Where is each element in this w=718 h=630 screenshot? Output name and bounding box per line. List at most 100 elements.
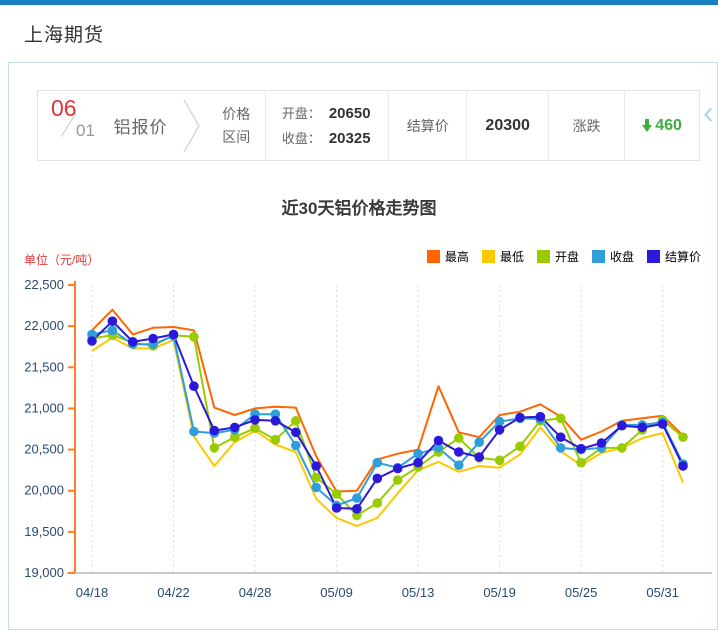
chart-title: 近30天铝价格走势图 [0,194,718,219]
change-label: 涨跌 [548,91,624,160]
legend-label: 最低 [500,248,524,265]
range-label-line1: 价格 [222,103,250,126]
x-tick-label: 05/25 [565,585,598,600]
series-point-开盘 [678,432,688,442]
x-tick-label: 05/09 [320,585,353,600]
change-value-block: 460 [624,91,699,160]
open-close-block: 开盘： 20650 收盘： 20325 [265,91,389,160]
series-point-收盘 [454,460,464,470]
legend-label: 收盘 [610,248,634,265]
series-line-收盘 [92,330,683,505]
series-line-开盘 [92,335,683,515]
series-point-结算价 [597,438,607,448]
quote-date: 06 01 [38,91,105,160]
legend-swatch [427,250,440,263]
price-range-label: 价格 区间 [208,91,265,160]
page: { "header": { "title": "上海期货" }, "colors… [0,0,718,630]
y-tick-label: 22,000 [24,318,64,333]
settle-label: 结算价 [388,91,466,160]
chevron-right-icon [176,91,208,160]
x-tick-label: 04/28 [239,585,272,600]
series-point-收盘 [474,437,484,447]
series-line-结算价 [92,321,683,509]
series-point-结算价 [352,504,362,514]
series-point-收盘 [108,326,118,336]
x-tick-label: 04/22 [157,585,190,600]
legend-item-最低: 最低 [482,248,524,265]
y-tick-label: 20,500 [24,442,64,457]
open-row: 开盘： 20650 [282,101,371,126]
legend-swatch [537,250,550,263]
series-point-结算价 [495,425,505,435]
close-value: 20325 [329,126,371,151]
legend-item-收盘: 收盘 [592,248,634,265]
series-point-结算价 [536,412,546,422]
legend-label: 最高 [445,248,469,265]
series-point-开盘 [393,475,403,485]
series-point-结算价 [148,334,158,344]
series-point-开盘 [210,443,220,453]
series-point-结算价 [210,426,220,436]
open-label: 开盘： [282,101,321,126]
down-arrow-icon [642,119,652,133]
price-trend-chart: 04/18 04/22 04/28 05/09 05/13 05/19 05/25 05/31… [0,273,718,623]
series-point-收盘 [556,443,566,453]
top-accent-bar [0,0,718,5]
y-tick-label: 21,000 [24,400,64,415]
y-tick-label: 19,500 [24,524,64,539]
series-point-结算价 [474,452,484,462]
x-tick-label: 05/13 [402,585,435,600]
y-tick-label: 20,000 [24,483,64,498]
series-point-收盘 [495,417,505,427]
x-tick-label: 05/19 [483,585,516,600]
close-row: 收盘： 20325 [282,126,371,151]
range-label-line2: 区间 [222,126,250,149]
series-point-结算价 [576,444,586,454]
series-point-结算价 [658,419,668,429]
legend-item-结算价: 结算价 [647,248,701,265]
series-point-收盘 [373,458,383,468]
legend-swatch [482,250,495,263]
series-point-结算价 [271,416,281,426]
series-point-结算价 [434,436,444,446]
series-point-结算价 [373,474,383,484]
series-point-结算价 [617,421,627,431]
series-point-结算价 [230,423,240,433]
series-point-开盘 [515,442,525,452]
series-point-收盘 [311,483,321,493]
series-point-结算价 [291,428,301,438]
chart-legend: 最高 最低开盘 收盘 结算价 [414,248,701,265]
open-value: 20650 [329,101,371,126]
series-point-开盘 [576,458,586,468]
series-point-开盘 [291,416,301,426]
series-point-开盘 [189,332,199,342]
series-point-结算价 [332,503,342,513]
y-tick-label: 21,500 [24,359,64,374]
x-tick-label: 04/18 [76,585,109,600]
legend-label: 结算价 [665,248,701,265]
series-point-结算价 [311,461,321,471]
settle-value: 20300 [466,91,548,160]
series-point-结算价 [413,458,423,468]
y-tick-label: 19,000 [24,565,64,580]
carousel-prev-icon[interactable]: ‹ [703,94,714,130]
x-tick-label: 05/31 [646,585,679,600]
series-point-开盘 [250,423,260,433]
series-point-结算价 [189,381,199,391]
series-point-结算价 [128,337,138,347]
series-point-结算价 [108,316,118,326]
close-label: 收盘： [282,126,321,151]
series-point-收盘 [413,449,423,459]
series-point-收盘 [291,441,301,451]
series-point-开盘 [617,443,627,453]
chart-unit-label: 单位（元/吨） [24,251,99,268]
series-point-收盘 [352,493,362,503]
series-point-结算价 [638,423,648,433]
legend-item-开盘: 开盘 [537,248,579,265]
series-point-开盘 [332,489,342,499]
series-point-开盘 [454,433,464,443]
series-point-结算价 [515,413,525,423]
series-point-结算价 [678,461,688,471]
series-point-结算价 [87,336,97,346]
series-point-结算价 [393,464,403,474]
